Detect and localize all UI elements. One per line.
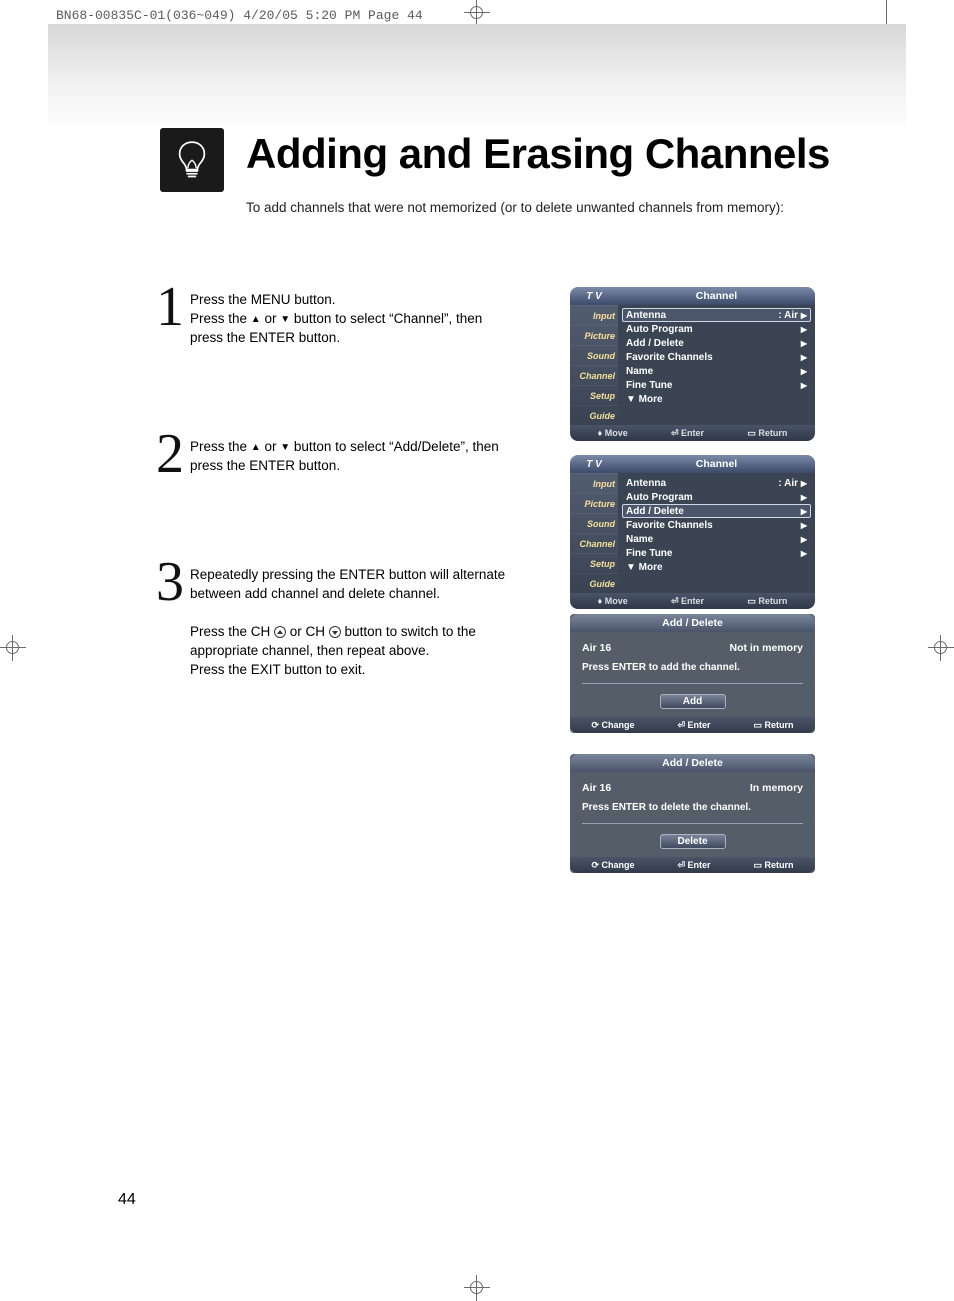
print-header: BN68-00835C-01(036~049) 4/20/05 5:20 PM … bbox=[56, 8, 423, 23]
channel-down-icon bbox=[329, 626, 341, 638]
panel-prompt: Press ENTER to add the channel. bbox=[582, 662, 803, 673]
osd-menu-item[interactable]: Antenna: Air ▶ bbox=[622, 308, 811, 322]
osd-menu-list: Antenna: Air ▶Auto Program▶Add / Delete▶… bbox=[618, 473, 815, 593]
osd-menu-item[interactable]: Add / Delete▶ bbox=[622, 336, 811, 350]
osd-sidebar-tab[interactable]: Setup bbox=[570, 553, 618, 573]
step-text: Repeatedly pressing the ENTER button wil… bbox=[190, 560, 505, 679]
return-hint: ▭ Return bbox=[754, 720, 794, 731]
enter-hint: ⏎ Enter bbox=[677, 720, 710, 731]
osd-tv-label: T V bbox=[570, 291, 618, 302]
osd-menu-item[interactable]: ▼ More bbox=[622, 392, 811, 406]
down-triangle-icon: ▼ bbox=[280, 314, 290, 325]
osd-section-title: Channel bbox=[618, 458, 815, 470]
add-button[interactable]: Add bbox=[660, 694, 726, 709]
return-hint: ▭ Return bbox=[754, 860, 794, 871]
channel-label: Air 16 bbox=[582, 782, 611, 794]
osd-menu-item[interactable]: Auto Program▶ bbox=[622, 490, 811, 504]
osd-menu-step2: T V Channel InputPictureSoundChannelSetu… bbox=[570, 455, 815, 609]
memory-status: Not in memory bbox=[729, 642, 803, 654]
panel-footer: ⟳ Change ⏎ Enter ▭ Return bbox=[570, 857, 815, 873]
up-triangle-icon: ▲ bbox=[251, 314, 261, 325]
step-number: 2 bbox=[150, 432, 190, 477]
osd-tv-label: T V bbox=[570, 459, 618, 470]
lightbulb-icon bbox=[160, 128, 224, 192]
divider bbox=[582, 823, 803, 824]
down-triangle-icon: ▼ bbox=[280, 442, 290, 453]
osd-sidebar-tab[interactable]: Setup bbox=[570, 385, 618, 405]
return-hint: ▭ Return bbox=[747, 428, 787, 439]
osd-menu-item[interactable]: Name▶ bbox=[622, 364, 811, 378]
add-delete-panel-add: Add / Delete Air 16 Not in memory Press … bbox=[570, 614, 815, 733]
osd-menu-step1: T V Channel InputPictureSoundChannelSetu… bbox=[570, 287, 815, 441]
osd-sidebar: InputPictureSoundChannelSetupGuide bbox=[570, 473, 618, 593]
osd-menu-item[interactable]: Fine Tune▶ bbox=[622, 546, 811, 560]
osd-menu-item[interactable]: Name▶ bbox=[622, 532, 811, 546]
change-hint: ⟳ Change bbox=[591, 860, 634, 871]
osd-menu-item[interactable]: Add / Delete▶ bbox=[622, 504, 811, 518]
osd-sidebar-tab[interactable]: Picture bbox=[570, 325, 618, 345]
add-delete-panel-delete: Add / Delete Air 16 In memory Press ENTE… bbox=[570, 754, 815, 873]
step-number: 1 bbox=[150, 285, 190, 330]
osd-sidebar-tab[interactable]: Guide bbox=[570, 573, 618, 593]
osd-sidebar-tab[interactable]: Guide bbox=[570, 405, 618, 425]
osd-section-title: Channel bbox=[618, 290, 815, 302]
channel-up-icon bbox=[274, 626, 286, 638]
divider bbox=[582, 683, 803, 684]
osd-sidebar-tab[interactable]: Sound bbox=[570, 345, 618, 365]
banner-gradient bbox=[48, 24, 906, 132]
up-triangle-icon: ▲ bbox=[251, 442, 261, 453]
osd-menu-item[interactable]: Favorite Channels▶ bbox=[622, 350, 811, 364]
osd-menu-item[interactable]: ▼ More bbox=[622, 560, 811, 574]
enter-hint: ⏎ Enter bbox=[671, 428, 704, 439]
panel-footer: ⟳ Change ⏎ Enter ▭ Return bbox=[570, 717, 815, 733]
return-hint: ▭ Return bbox=[747, 596, 787, 607]
registration-mark-icon bbox=[0, 635, 26, 661]
osd-menu-list: Antenna: Air ▶Auto Program▶Add / Delete▶… bbox=[618, 305, 815, 425]
page-subtitle: To add channels that were not memorized … bbox=[246, 200, 784, 215]
delete-button[interactable]: Delete bbox=[660, 834, 726, 849]
osd-footer: ♦ Move ⏎ Enter ▭ Return bbox=[570, 425, 815, 441]
channel-label: Air 16 bbox=[582, 642, 611, 654]
registration-mark-icon bbox=[464, 0, 490, 26]
enter-hint: ⏎ Enter bbox=[671, 596, 704, 607]
osd-menu-item[interactable]: Favorite Channels▶ bbox=[622, 518, 811, 532]
move-hint: ♦ Move bbox=[598, 428, 628, 438]
osd-sidebar-tab[interactable]: Channel bbox=[570, 365, 618, 385]
osd-menu-item[interactable]: Antenna: Air ▶ bbox=[622, 476, 811, 490]
panel-title: Add / Delete bbox=[570, 754, 815, 772]
page-number: 44 bbox=[118, 1191, 136, 1209]
osd-sidebar-tab[interactable]: Sound bbox=[570, 513, 618, 533]
step-text: Press the ▲ or ▼ button to select “Add/D… bbox=[190, 432, 499, 476]
step-number: 3 bbox=[150, 560, 190, 605]
osd-footer: ♦ Move ⏎ Enter ▭ Return bbox=[570, 593, 815, 609]
panel-prompt: Press ENTER to delete the channel. bbox=[582, 802, 803, 813]
registration-mark-icon bbox=[464, 1275, 490, 1301]
change-hint: ⟳ Change bbox=[591, 720, 634, 731]
osd-menu-item[interactable]: Fine Tune▶ bbox=[622, 378, 811, 392]
osd-sidebar-tab[interactable]: Input bbox=[570, 473, 618, 493]
move-hint: ♦ Move bbox=[598, 596, 628, 606]
panel-title: Add / Delete bbox=[570, 614, 815, 632]
osd-sidebar-tab[interactable]: Picture bbox=[570, 493, 618, 513]
osd-sidebar: InputPictureSoundChannelSetupGuide bbox=[570, 305, 618, 425]
step-text: Press the MENU button. Press the ▲ or ▼ … bbox=[190, 285, 482, 348]
memory-status: In memory bbox=[750, 782, 803, 794]
page-title: Adding and Erasing Channels bbox=[246, 130, 830, 178]
enter-hint: ⏎ Enter bbox=[677, 860, 710, 871]
osd-sidebar-tab[interactable]: Channel bbox=[570, 533, 618, 553]
osd-menu-item[interactable]: Auto Program▶ bbox=[622, 322, 811, 336]
registration-mark-icon bbox=[928, 635, 954, 661]
osd-sidebar-tab[interactable]: Input bbox=[570, 305, 618, 325]
